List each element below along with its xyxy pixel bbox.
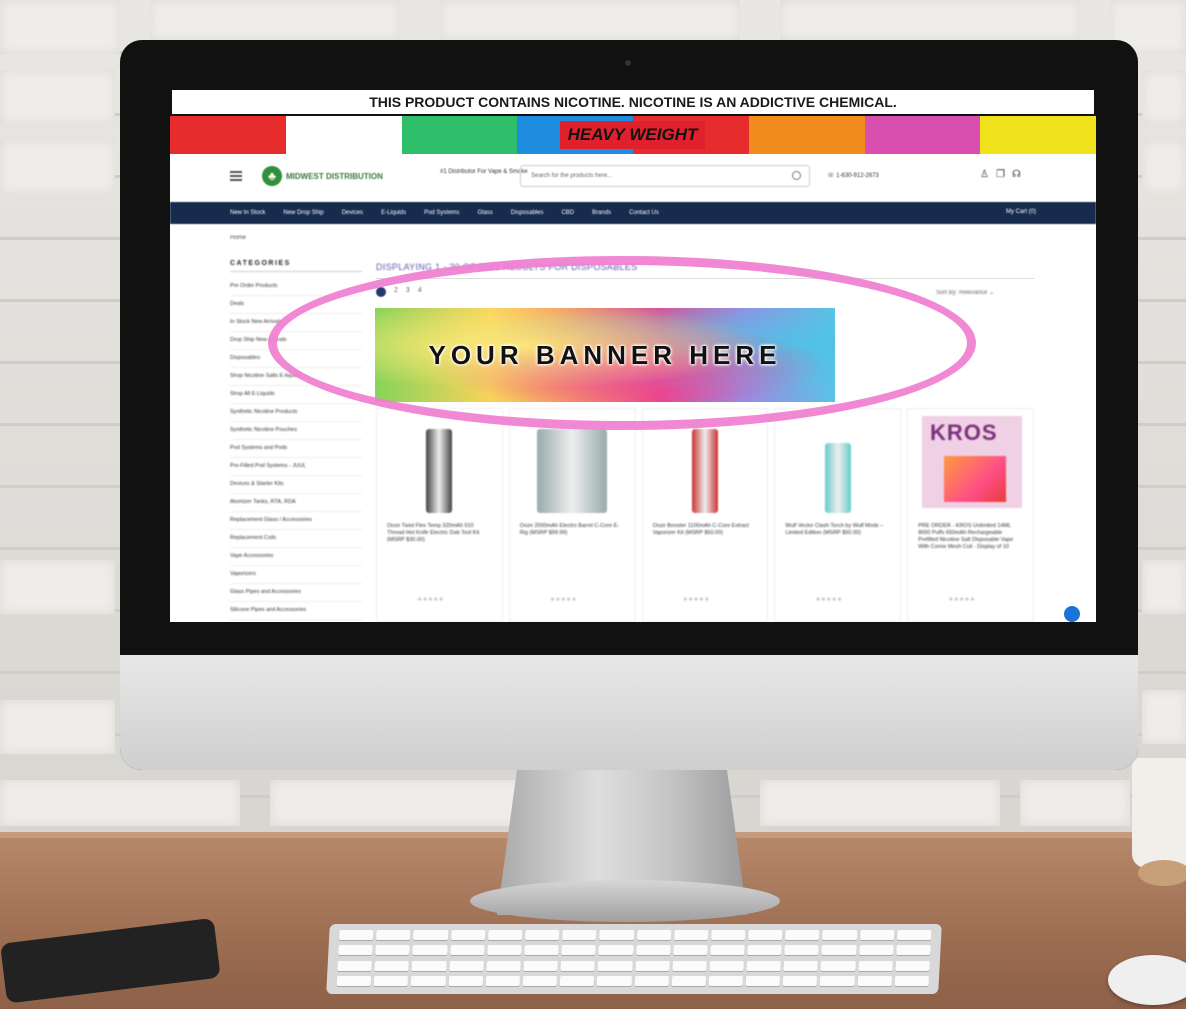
sidebar-category-item[interactable]: Vaporizers — [230, 566, 362, 584]
promo-segment — [170, 116, 286, 154]
product-rating: ★★★★★ — [549, 597, 577, 603]
monitor-chin — [120, 655, 1138, 770]
nav-item[interactable]: Devices — [342, 210, 363, 216]
phone-number-text: 1-630-912-2673 — [836, 173, 879, 179]
phone-number[interactable]: ☏ 1-630-912-2673 — [827, 172, 879, 179]
product-name[interactable]: Ooze 2000mAh Electro Barrel C-Core E-Rig… — [510, 513, 635, 547]
sidebar-category-item[interactable]: Replacement Glass / Accessories — [230, 512, 362, 530]
sidebar-category-item[interactable]: Glass Pipes and Accessories — [230, 584, 362, 602]
nicotine-warning-banner: THIS PRODUCT CONTAINS NICOTINE. NICOTINE… — [170, 88, 1096, 116]
tagline: #1 Distributor For Vape & Smoke — [440, 169, 528, 175]
sidebar-category-item[interactable]: Synthetic Nicotine Pouches — [230, 422, 362, 440]
product-name[interactable]: Ooze Booster 1100mAh C-Core Extract Vapo… — [643, 513, 768, 547]
promo-segment — [980, 116, 1096, 154]
product-name[interactable]: Ooze Twist Flex Temp 320mAh 510 Thread H… — [377, 513, 502, 554]
sort-select[interactable]: Sort By: Relevance ⌄ — [936, 289, 994, 296]
nav-item[interactable]: Glass — [477, 210, 492, 216]
sidebar-category-item[interactable]: Pre-Filled Pod Systems - JUUL — [230, 458, 362, 476]
sidebar-title: CATEGORIES — [230, 260, 362, 272]
clover-icon: ♣ — [262, 166, 282, 186]
product-image[interactable] — [520, 417, 625, 513]
camera-icon — [625, 60, 631, 66]
product-name[interactable]: Wulf Vector Clash Torch by Wulf Mods – L… — [775, 513, 900, 547]
sidebar-category-item[interactable]: Devices & Starter Kits — [230, 476, 362, 494]
sort-label: Sort By: — [936, 290, 958, 296]
chat-widget-icon[interactable] — [1064, 606, 1080, 622]
header-actions: ♙ ❐ ☊ — [980, 169, 1021, 180]
logo-text: MIDWEST DISTRIBUTION — [286, 171, 383, 181]
promo-label: HEAVY WEIGHT — [560, 121, 705, 149]
keyboard — [326, 924, 942, 994]
kros-logo: KROS — [930, 420, 998, 445]
sort-value: Relevance — [959, 290, 988, 296]
product-card[interactable]: Ooze Booster 1100mAh C-Core Extract Vapo… — [641, 408, 769, 622]
product-card[interactable]: Wulf Vector Clash Torch by Wulf Mods – L… — [774, 408, 902, 622]
user-icon[interactable]: ♙ — [980, 169, 989, 180]
kros-display-box — [944, 456, 1006, 502]
product-image[interactable] — [653, 417, 758, 513]
sidebar-category-item[interactable]: Synthetic Nicotine Products — [230, 404, 362, 422]
site-header: ♣ MIDWEST DISTRIBUTION #1 Distributor Fo… — [170, 154, 1096, 202]
product-name[interactable]: PRE ORDER - KROS Unlimited 14ML 8000 Puf… — [908, 513, 1033, 561]
product-image[interactable] — [387, 417, 492, 513]
nav-item[interactable]: Contact Us — [629, 210, 659, 216]
product-card[interactable]: Ooze 2000mAh Electro Barrel C-Core E-Rig… — [508, 408, 636, 622]
coaster — [1138, 860, 1186, 886]
search-input[interactable]: Search for the products here... — [520, 165, 810, 187]
support-icon[interactable]: ☊ — [1012, 169, 1021, 180]
search-icon[interactable] — [792, 171, 801, 180]
search-placeholder: Search for the products here... — [531, 173, 613, 179]
promo-segment — [401, 116, 518, 154]
compare-icon[interactable]: ❐ — [996, 169, 1005, 180]
breadcrumb[interactable]: Home — [230, 235, 246, 241]
promo-segment — [864, 116, 981, 154]
product-rating: ★★★★★ — [417, 597, 444, 603]
plant-pot — [1132, 758, 1186, 868]
product-rating: ★★★★★ — [815, 597, 843, 603]
product-rating: ★★★★★ — [948, 597, 976, 603]
promo-segment — [285, 116, 402, 154]
nav-item[interactable]: CBD — [561, 210, 574, 216]
sidebar-category-item[interactable]: Silicone Pipes and Accessories — [230, 602, 362, 620]
cart-link[interactable]: My Cart (0) — [1006, 209, 1036, 215]
nav-item[interactable]: Disposables — [511, 210, 544, 216]
nav-item[interactable]: New Drop Ship — [283, 210, 323, 216]
sidebar-category-item[interactable]: Pod Systems and Pods — [230, 440, 362, 458]
sidebar-category-item[interactable]: Replacement Coils — [230, 530, 362, 548]
monitor-stand-base — [470, 880, 780, 922]
nav-item[interactable]: Pod Systems — [424, 210, 459, 216]
site-logo[interactable]: ♣ MIDWEST DISTRIBUTION — [262, 166, 383, 186]
sidebar-category-item[interactable]: Vape Accessories — [230, 548, 362, 566]
hamburger-menu-icon[interactable] — [230, 171, 242, 181]
nav-item[interactable]: New In Stock — [230, 210, 265, 216]
product-image[interactable] — [785, 417, 890, 513]
main-nav: New In Stock New Drop Ship Devices E-Liquid… — [170, 202, 1096, 224]
kros-product-image[interactable]: KROS — [922, 416, 1022, 508]
promo-segment — [748, 116, 865, 154]
highlight-ellipse — [268, 256, 976, 430]
sidebar-category-item[interactable]: Atomizer Tanks, RTA, RDA — [230, 494, 362, 512]
nav-item[interactable]: E-Liquids — [381, 210, 406, 216]
nav-item[interactable]: Brands — [592, 210, 611, 216]
product-rating: ★★★★★ — [682, 597, 710, 603]
product-card[interactable]: Ooze Twist Flex Temp 320mAh 510 Thread H… — [376, 408, 503, 622]
